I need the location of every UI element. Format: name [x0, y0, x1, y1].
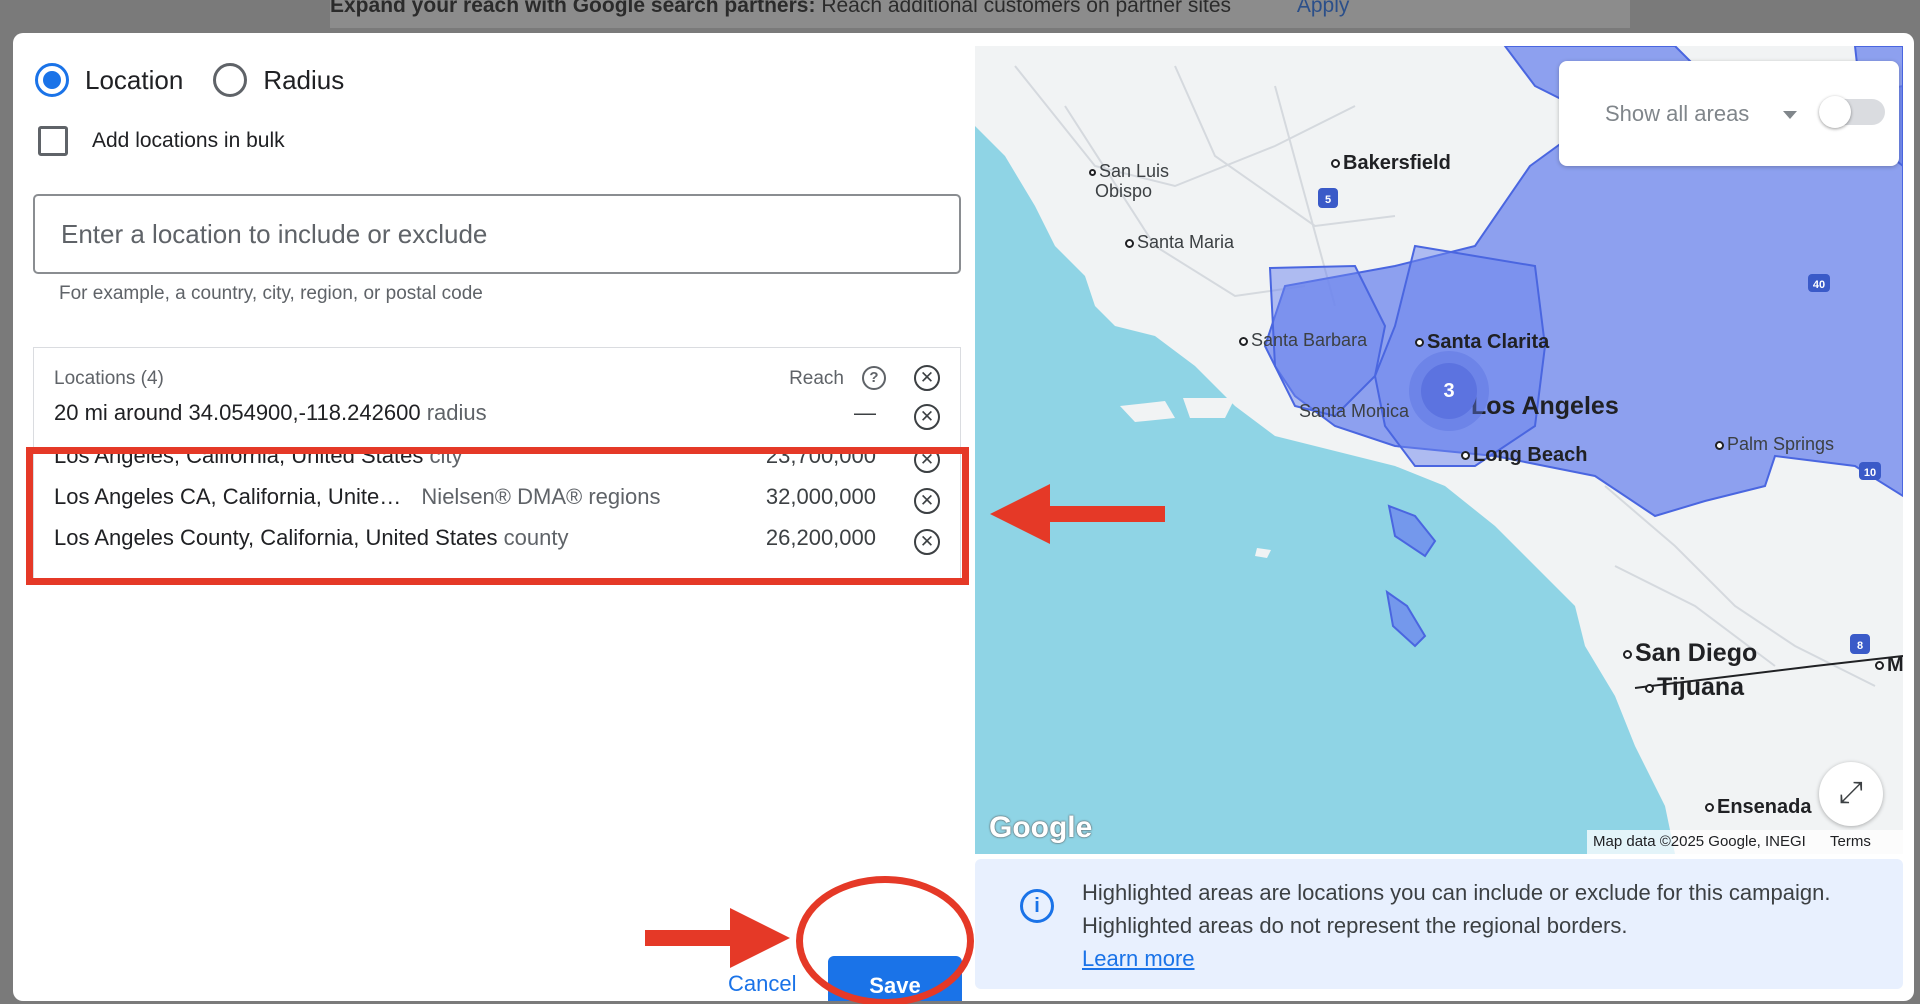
locations-header: Locations (4) Reach ? ✕ — [54, 365, 944, 394]
background-banner-text: Reach additional customers on partner si… — [821, 0, 1232, 17]
location-radio[interactable] — [35, 63, 69, 97]
city-dot-icon — [1645, 683, 1654, 693]
annotation-highlight-box — [26, 447, 969, 585]
cancel-button[interactable]: Cancel — [728, 971, 796, 997]
remove-all-icon[interactable]: ✕ — [914, 365, 940, 391]
city-dot-icon — [1125, 238, 1134, 248]
map-label-los-angeles: Los Angeles — [1471, 392, 1619, 420]
highway-shield-40: 40 — [1813, 279, 1825, 291]
location-search-input[interactable]: Enter a location to include or exclude — [33, 194, 961, 274]
show-all-areas-dropdown[interactable]: Show all areas — [1605, 101, 1749, 127]
highway-shield-10: 10 — [1864, 467, 1876, 479]
google-logo: Google — [989, 811, 1093, 844]
map-terms-link[interactable]: Terms — [1830, 833, 1871, 850]
city-dot-icon — [1331, 159, 1340, 169]
info-text: Highlighted areas are locations you can … — [1082, 876, 1882, 975]
remove-location-icon[interactable]: ✕ — [914, 404, 940, 430]
annotation-save-circle — [796, 876, 974, 1004]
help-icon[interactable]: ? — [862, 366, 886, 390]
bulk-locations-checkbox[interactable] — [38, 126, 68, 156]
background-banner: Expand your reach with Google search par… — [330, 0, 1630, 28]
location-row: 20 mi around 34.054900,-118.242600 radiu… — [54, 400, 944, 434]
location-map[interactable]: 5 40 10 8 San Luis Obispo Bakersfield San… — [975, 46, 1903, 854]
fullscreen-icon[interactable]: ⤢ — [1819, 762, 1883, 826]
location-type: radius — [426, 400, 487, 425]
location-radio-label[interactable]: Location — [85, 65, 183, 96]
show-all-areas-panel: Show all areas — [1559, 61, 1899, 166]
location-cluster-marker[interactable]: 3 — [1421, 363, 1477, 419]
info-icon: i — [1020, 889, 1054, 923]
map-label-bakersfield: Bakersfield — [1331, 152, 1451, 175]
map-label-mexicali: M — [1875, 654, 1903, 677]
highlighted-areas-info: i Highlighted areas are locations you ca… — [975, 859, 1903, 989]
location-search-hint: For example, a country, city, region, or… — [59, 283, 483, 304]
targeting-mode-group: Location Radius — [35, 63, 374, 97]
map-label-santa-clarita: Santa Clarita — [1415, 331, 1549, 354]
bulk-locations-row: Add locations in bulk — [38, 126, 285, 156]
background-apply-link: Apply — [1296, 0, 1350, 17]
radius-radio-label[interactable]: Radius — [263, 65, 344, 96]
map-label-san-diego: San Diego — [1623, 639, 1757, 668]
show-all-areas-toggle[interactable] — [1819, 96, 1885, 128]
info-message: Highlighted areas are locations you can … — [1082, 880, 1831, 938]
city-dot-icon — [1239, 336, 1248, 346]
city-dot-icon — [1715, 440, 1724, 450]
locations-count: Locations (4) — [54, 368, 164, 389]
map-label-santa-maria: Santa Maria — [1125, 232, 1234, 253]
background-banner-bold: Expand your reach with Google search par… — [330, 0, 816, 17]
annotation-arrow-right-icon — [645, 908, 790, 968]
chevron-down-icon[interactable] — [1783, 111, 1797, 119]
city-dot-icon — [1415, 338, 1424, 348]
reach-column-label: Reach — [789, 368, 844, 389]
map-label-ensenada: Ensenada — [1705, 796, 1811, 819]
map-label-santa-monica: Santa Monica — [1299, 401, 1410, 421]
map-label-palm-springs: Palm Springs — [1715, 434, 1834, 455]
learn-more-link[interactable]: Learn more — [1082, 946, 1195, 971]
map-attribution: Map data ©2025 Google, INEGI Terms — [1587, 830, 1903, 854]
map-label-santa-barbara: Santa Barbara — [1239, 330, 1367, 351]
city-dot-icon — [1705, 803, 1714, 813]
city-dot-icon — [1875, 661, 1884, 671]
map-data-credit: Map data ©2025 Google, INEGI — [1593, 833, 1806, 850]
city-dot-icon — [1089, 168, 1096, 176]
city-dot-icon — [1461, 451, 1470, 461]
location-reach: — — [854, 400, 876, 425]
annotation-arrow-left-icon — [990, 484, 1165, 544]
radius-radio[interactable] — [213, 63, 248, 97]
highway-shield-5: 5 — [1325, 194, 1331, 206]
highway-shield-8: 8 — [1857, 640, 1863, 652]
bulk-locations-label[interactable]: Add locations in bulk — [92, 129, 285, 153]
location-name: 20 mi around 34.054900,-118.242600 — [54, 400, 421, 425]
map-label-tijuana: Tijuana — [1645, 673, 1744, 702]
map-label-san-luis-obispo: San Luis Obispo — [1089, 161, 1169, 201]
city-dot-icon — [1623, 649, 1632, 659]
map-label-long-beach: Long Beach — [1461, 444, 1587, 467]
